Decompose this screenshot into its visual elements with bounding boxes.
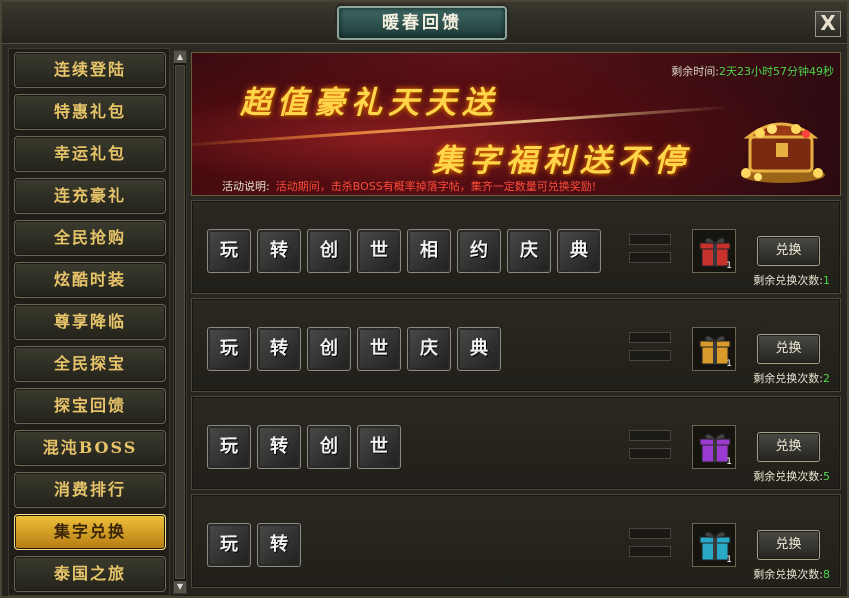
sidebar-scrollbar[interactable]: ▲ ▼ xyxy=(173,50,187,594)
sidebar-item-1[interactable]: 连续登陆 xyxy=(14,52,166,88)
event-description: 活动说明: 活动期间，击杀BOSS有概率掉落字帖，集齐一定数量可兑换奖励! xyxy=(222,178,596,194)
desc-label: 活动说明: xyxy=(222,180,270,193)
exchange-row: 玩转 1 兑换剩余兑换次数:8 xyxy=(191,494,841,588)
sidebar-item-13[interactable]: 泰国之旅 xyxy=(14,556,166,592)
countdown-timer: 剩余时间:2天23小时57分钟49秒 xyxy=(671,63,834,79)
empty-slot xyxy=(629,448,671,459)
exchange-row: 玩转创世 1 兑换剩余兑换次数:5 xyxy=(191,396,841,490)
reward-gift-box[interactable]: 1 xyxy=(692,425,736,469)
banner-headline-2: 集字福利送不停 xyxy=(432,143,691,179)
character-tile[interactable]: 转 xyxy=(257,523,301,567)
remaining-label: 剩余兑换次数: xyxy=(753,274,823,287)
exchange-button[interactable]: 兑换 xyxy=(757,432,820,462)
gift-count: 1 xyxy=(726,359,732,369)
remaining-count: 5 xyxy=(823,470,830,483)
sidebar-item-12[interactable]: 集字兑换 xyxy=(14,514,166,550)
character-tile[interactable]: 创 xyxy=(307,425,351,469)
exchange-button[interactable]: 兑换 xyxy=(757,334,820,364)
timer-value: 2天23小时57分钟49秒 xyxy=(719,65,834,78)
reward-gift-box[interactable]: 1 xyxy=(692,327,736,371)
empty-slot xyxy=(629,430,671,441)
character-tile[interactable]: 典 xyxy=(457,327,501,371)
empty-slot xyxy=(629,546,671,557)
sidebar-menu: 连续登陆特惠礼包幸运礼包连充豪礼全民抢购炫酷时装尊享降临全民探宝探宝回馈混沌BO… xyxy=(8,48,170,596)
character-tile[interactable]: 转 xyxy=(257,229,301,273)
empty-slot xyxy=(629,350,671,361)
character-tile[interactable]: 玩 xyxy=(207,229,251,273)
event-banner: 超值豪礼天天送 集字福利送不停 剩余时间:2天23小时57分钟49秒 活动说明:… xyxy=(191,52,841,196)
sidebar-item-6[interactable]: 炫酷时装 xyxy=(14,262,166,298)
gift-count: 1 xyxy=(726,555,732,565)
character-tile[interactable]: 玩 xyxy=(207,425,251,469)
character-tile[interactable]: 玩 xyxy=(207,327,251,371)
remaining-exchanges: 剩余兑换次数:8 xyxy=(753,566,830,582)
reward-gift-box[interactable]: 1 xyxy=(692,229,736,273)
empty-slot xyxy=(629,528,671,539)
character-tile[interactable]: 转 xyxy=(257,425,301,469)
character-tile[interactable]: 世 xyxy=(357,425,401,469)
window-title: 暖春回馈 xyxy=(337,6,507,40)
exchange-row: 玩转创世相约庆典 1 兑换 剩余兑换次数:1 xyxy=(191,200,841,294)
character-tile[interactable]: 庆 xyxy=(407,327,451,371)
character-tile[interactable]: 转 xyxy=(257,327,301,371)
remaining-count: 2 xyxy=(823,372,830,385)
sidebar-item-8[interactable]: 全民探宝 xyxy=(14,346,166,382)
close-button[interactable]: X xyxy=(815,11,841,37)
character-tile[interactable]: 典 xyxy=(557,229,601,273)
scroll-down-arrow-icon[interactable]: ▼ xyxy=(174,581,186,593)
remaining-label: 剩余兑换次数: xyxy=(753,568,823,581)
sidebar-item-3[interactable]: 幸运礼包 xyxy=(14,136,166,172)
remaining-label: 剩余兑换次数: xyxy=(753,372,823,385)
character-tile[interactable]: 创 xyxy=(307,327,351,371)
remaining-exchanges: 剩余兑换次数:5 xyxy=(753,468,830,484)
remaining-label: 剩余兑换次数: xyxy=(753,470,823,483)
empty-slot xyxy=(629,252,671,263)
sidebar-item-5[interactable]: 全民抢购 xyxy=(14,220,166,256)
remaining-count: 1 xyxy=(823,274,830,287)
character-tile[interactable]: 约 xyxy=(457,229,501,273)
remaining-exchanges: 剩余兑换次数:1 xyxy=(753,272,830,288)
timer-label: 剩余时间: xyxy=(671,65,719,78)
character-tile[interactable]: 玩 xyxy=(207,523,251,567)
exchange-button[interactable]: 兑换 xyxy=(757,530,820,560)
sidebar-item-10[interactable]: 混沌BOSS xyxy=(14,430,166,466)
sidebar-item-9[interactable]: 探宝回馈 xyxy=(14,388,166,424)
character-tile[interactable]: 世 xyxy=(357,229,401,273)
character-tile[interactable]: 创 xyxy=(307,229,351,273)
empty-slot xyxy=(629,234,671,245)
scroll-thumb[interactable] xyxy=(175,65,185,579)
sidebar-item-7[interactable]: 尊享降临 xyxy=(14,304,166,340)
title-bar: 暖春回馈 X xyxy=(2,2,847,44)
character-tile[interactable]: 相 xyxy=(407,229,451,273)
scroll-up-arrow-icon[interactable]: ▲ xyxy=(174,51,186,63)
exchange-row: 玩转创世庆典 1 兑换剩余兑换次数:2 xyxy=(191,298,841,392)
activity-window: 暖春回馈 X 连续登陆特惠礼包幸运礼包连充豪礼全民抢购炫酷时装尊享降临全民探宝探… xyxy=(0,0,849,598)
sidebar-item-4[interactable]: 连充豪礼 xyxy=(14,178,166,214)
remaining-count: 8 xyxy=(823,568,830,581)
exchange-button[interactable]: 兑换 xyxy=(757,236,820,266)
character-tile[interactable]: 庆 xyxy=(507,229,551,273)
reward-gift-box[interactable]: 1 xyxy=(692,523,736,567)
gift-count: 1 xyxy=(726,261,732,271)
sidebar-item-11[interactable]: 消费排行 xyxy=(14,472,166,508)
desc-text: 活动期间，击杀BOSS有概率掉落字帖，集齐一定数量可兑换奖励! xyxy=(275,180,597,193)
banner-headline-1: 超值豪礼天天送 xyxy=(240,85,499,121)
empty-slot xyxy=(629,332,671,343)
treasure-chest-icon xyxy=(741,122,825,183)
sidebar-item-2[interactable]: 特惠礼包 xyxy=(14,94,166,130)
gift-count: 1 xyxy=(726,457,732,467)
character-tile[interactable]: 世 xyxy=(357,327,401,371)
remaining-exchanges: 剩余兑换次数:2 xyxy=(753,370,830,386)
